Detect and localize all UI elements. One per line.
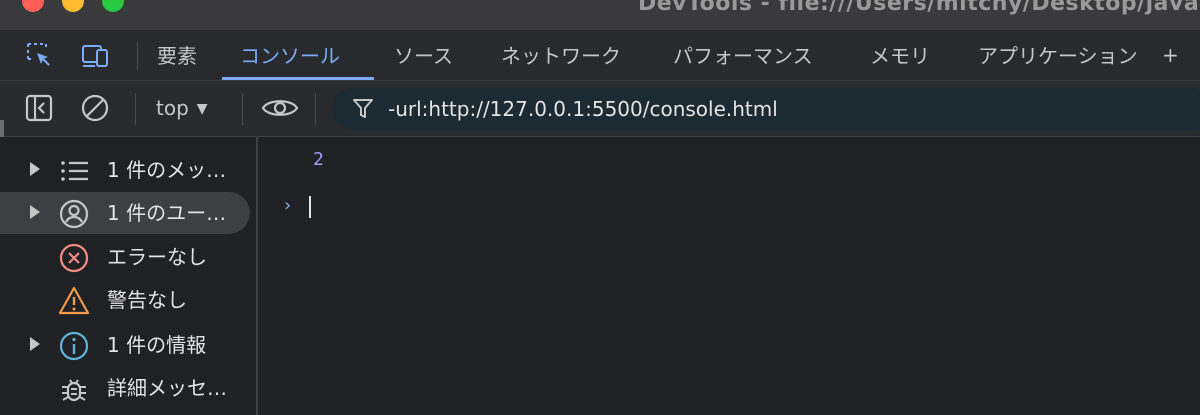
sidebar-item-label: 1 件の情報	[107, 333, 207, 357]
error-icon	[59, 243, 89, 273]
minimize-window-button[interactable]	[62, 0, 84, 12]
window-title: DevTools - file:///Users/mitchy/Desktop/…	[638, 0, 1200, 16]
window-title-bar: DevTools - file:///Users/mitchy/Desktop/…	[0, 0, 1200, 30]
panel-tab-bar: 要素 コンソール ソース ネットワーク パフォーマンス メモリ アプリケーション…	[0, 30, 1200, 81]
bug-icon	[62, 379, 86, 402]
tab-sources[interactable]: ソース	[394, 30, 453, 80]
toolbar-separator	[242, 93, 243, 125]
console-sidebar: 1 件のメッ… 1 件のユー… エラーなし 警告なし 1 件の情報 詳細メッセ…	[0, 137, 256, 415]
device-toolbar-icon[interactable]	[80, 40, 110, 70]
sidebar-item-label: 1 件のメッ…	[107, 158, 227, 182]
live-expression-eye-icon[interactable]	[261, 93, 299, 123]
clear-console-icon[interactable]	[80, 93, 110, 123]
tab-elements[interactable]: 要素	[157, 30, 197, 80]
sidebar-item-label: エラーなし	[107, 245, 207, 269]
tab-application[interactable]: アプリケーション	[978, 30, 1138, 80]
tab-network[interactable]: ネットワーク	[501, 30, 621, 80]
execution-context-select[interactable]: top ▼	[156, 81, 208, 136]
sidebar-item-verbose[interactable]: 詳細メッセ…	[0, 367, 250, 409]
inspect-element-icon[interactable]	[24, 40, 54, 70]
user-icon	[59, 199, 89, 229]
active-tab-indicator	[222, 77, 374, 80]
sidebar-item-info[interactable]: 1 件の情報	[0, 324, 250, 366]
console-log-value: 2	[313, 149, 324, 170]
sidebar-item-user-messages[interactable]: 1 件のユー…	[0, 192, 250, 234]
warning-icon	[58, 286, 90, 315]
expand-arrow-icon[interactable]	[30, 205, 40, 219]
info-icon	[59, 331, 89, 361]
filter-input[interactable]: -url:http://127.0.0.1:5500/console.html	[332, 88, 1200, 130]
sidebar-toggle-icon[interactable]	[24, 93, 54, 123]
filter-value: -url:http://127.0.0.1:5500/console.html	[388, 97, 778, 121]
console-input-cursor[interactable]	[309, 196, 311, 218]
tab-performance[interactable]: パフォーマンス	[673, 30, 813, 80]
sidebar-item-label: 詳細メッセ…	[107, 376, 227, 400]
prompt-chevron-icon: ›	[282, 195, 293, 216]
sidebar-item-errors[interactable]: エラーなし	[0, 236, 250, 278]
toolbar-separator	[315, 93, 316, 125]
more-tabs-button[interactable]: +	[1162, 30, 1179, 80]
caret-down-icon: ▼	[196, 101, 208, 117]
tab-console[interactable]: コンソール	[240, 30, 340, 80]
console-toolbar: top ▼ -url:http://127.0.0.1:5500/console.…	[0, 81, 1200, 137]
sidebar-item-label: 警告なし	[107, 288, 187, 312]
sidebar-item-messages[interactable]: 1 件のメッ…	[0, 149, 250, 191]
expand-arrow-icon[interactable]	[30, 337, 40, 351]
sidebar-item-warnings[interactable]: 警告なし	[0, 279, 250, 321]
tab-separator	[137, 42, 138, 70]
context-value: top	[156, 96, 189, 120]
console-output-area[interactable]: 2 ›	[258, 137, 1200, 415]
filter-icon	[353, 99, 373, 118]
expand-arrow-icon[interactable]	[30, 162, 40, 176]
zoom-window-button[interactable]	[102, 0, 124, 12]
list-icon	[61, 161, 88, 181]
toolbar-separator	[135, 93, 136, 125]
tab-memory[interactable]: メモリ	[870, 30, 930, 80]
sidebar-item-label: 1 件のユー…	[107, 201, 227, 225]
close-window-button[interactable]	[22, 0, 44, 12]
